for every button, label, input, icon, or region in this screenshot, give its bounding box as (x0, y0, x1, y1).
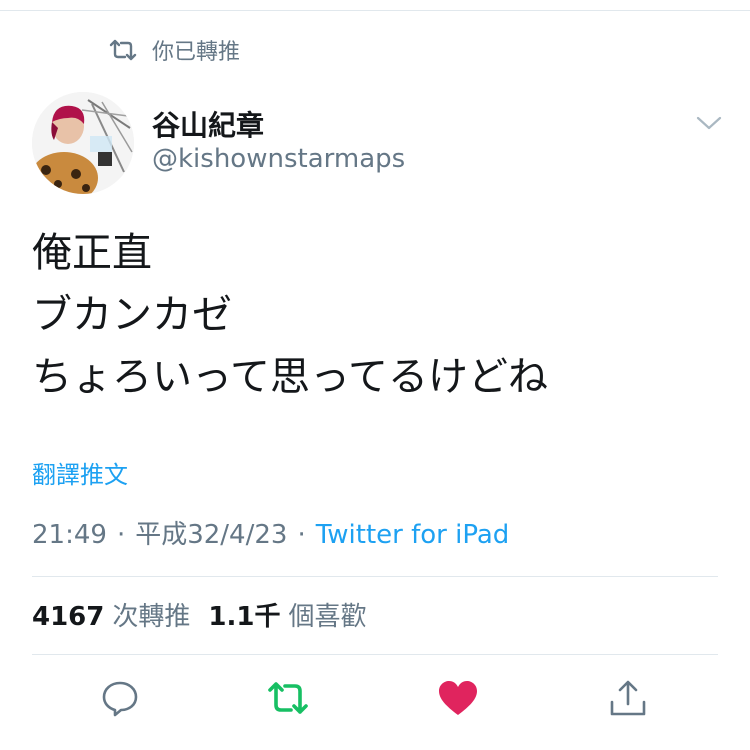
tweet-line: ちょろいって思ってるけどね (32, 354, 548, 400)
retweet-count-link[interactable]: 4167 次轉推 (32, 602, 190, 632)
retweet-icon (109, 39, 137, 61)
tweet-meta: 21:49 · 平成32/4/23 · Twitter for iPad (32, 514, 509, 551)
like-count-link[interactable]: 1.1千 個喜歡 (208, 602, 366, 632)
avatar[interactable] (32, 92, 134, 194)
tweet-line: ブカンカゼ (32, 292, 232, 338)
retweet-banner-text: 你已轉推 (152, 40, 241, 65)
retweet-icon (268, 682, 308, 714)
share-button[interactable] (606, 676, 650, 720)
display-name[interactable]: 谷山紀章 (152, 104, 264, 144)
divider (32, 654, 718, 655)
avatar-image (32, 92, 134, 194)
retweet-count-label: 次轉推 (112, 602, 191, 632)
retweet-count: 4167 (32, 602, 105, 632)
reply-icon (102, 681, 138, 717)
like-button[interactable] (436, 676, 480, 720)
tweet-stats: 4167 次轉推 1.1千 個喜歡 (32, 596, 366, 633)
meta-separator: · (116, 520, 126, 550)
translate-tweet-link[interactable]: 翻譯推文 (32, 455, 128, 490)
heart-icon (439, 681, 477, 715)
retweet-button[interactable] (266, 676, 310, 720)
action-bar (0, 676, 750, 720)
like-count-label: 個喜歡 (288, 602, 367, 632)
divider (32, 576, 718, 577)
chevron-down-icon[interactable] (694, 112, 724, 134)
handle[interactable]: @kishownstarmaps (152, 144, 405, 174)
top-divider (0, 10, 750, 11)
retweet-banner: 你已轉推 (108, 34, 240, 66)
like-count: 1.1千 (208, 602, 281, 632)
tweet-date: 平成32/4/23 (135, 520, 288, 550)
share-icon (610, 680, 646, 716)
tweet-text: 俺正直 ブカンカゼ ちょろいって思ってるけどね (32, 222, 548, 408)
tweet-time: 21:49 (32, 520, 107, 550)
reply-button[interactable] (98, 676, 142, 720)
tweet-source-link[interactable]: Twitter for iPad (316, 520, 510, 550)
meta-separator: · (297, 520, 306, 550)
tweet-line: 俺正直 (32, 230, 152, 276)
